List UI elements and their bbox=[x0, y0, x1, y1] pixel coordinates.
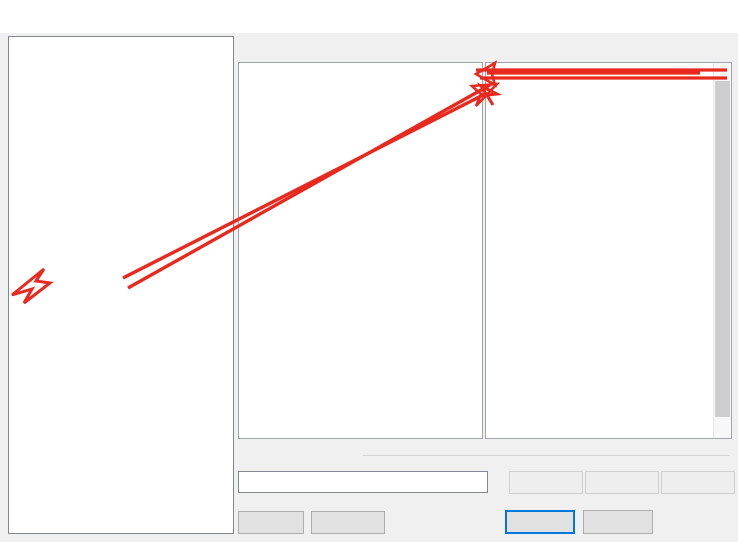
delete-preset-button[interactable] bbox=[661, 471, 735, 494]
available-dsps-list[interactable] bbox=[485, 62, 732, 439]
active-dsps-list[interactable] bbox=[238, 62, 483, 439]
scroll-up-icon[interactable] bbox=[714, 63, 731, 80]
dsp-chain-presets-group bbox=[238, 447, 730, 493]
preset-select[interactable] bbox=[238, 471, 488, 493]
close-icon[interactable] bbox=[693, 0, 738, 33]
save-preset-button[interactable] bbox=[585, 471, 659, 494]
ok-button[interactable] bbox=[505, 510, 575, 534]
reset-all-button[interactable] bbox=[238, 511, 304, 534]
group-divider bbox=[363, 455, 730, 456]
scrollbar-thumb[interactable] bbox=[715, 81, 730, 417]
cancel-button[interactable] bbox=[583, 510, 653, 534]
available-dsps-scrollbar[interactable] bbox=[713, 63, 731, 438]
help-icon[interactable] bbox=[648, 0, 693, 33]
preferences-dialog bbox=[0, 0, 738, 542]
scroll-down-icon[interactable] bbox=[714, 421, 731, 438]
title-bar bbox=[0, 0, 738, 33]
preferences-tree[interactable] bbox=[8, 36, 234, 534]
load-preset-button[interactable] bbox=[509, 471, 583, 494]
reset-page-button[interactable] bbox=[311, 511, 385, 534]
